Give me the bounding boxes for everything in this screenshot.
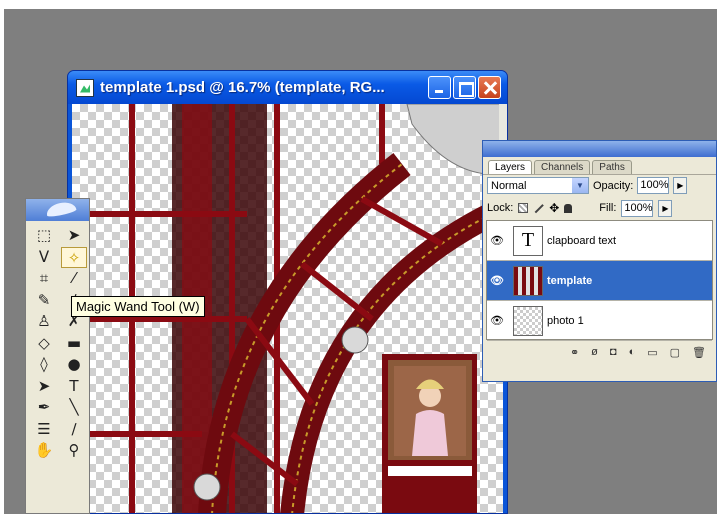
blur-tool-icon[interactable]: ◊ <box>31 354 57 376</box>
eyedropper-tool-icon[interactable]: ∕ <box>61 419 87 441</box>
zoom-tool-icon[interactable]: ⚲ <box>61 440 87 462</box>
fill-input[interactable]: 100% <box>621 199 654 217</box>
fill-slider-button[interactable]: ▶ <box>658 199 673 217</box>
psd-file-icon <box>76 78 94 97</box>
layer-row-photo-1[interactable]: 👁 photo 1 <box>487 301 712 341</box>
hand-tool-icon[interactable]: ✋ <box>31 440 57 462</box>
layers-palette[interactable]: Layers Channels Paths Normal ▼ Opacity: … <box>482 140 717 382</box>
frame-gap <box>388 466 472 476</box>
tab-layers[interactable]: Layers <box>488 160 533 174</box>
gradient-tool-icon[interactable]: ▬ <box>61 333 87 355</box>
lock-transparency-icon[interactable] <box>518 203 529 213</box>
tool-grid: ⬚➤ᐯ✧⌗⁄✎∕♙✗◇▬◊●➤T✒╲☰∕✋⚲ <box>31 225 87 462</box>
opacity-label: Opacity: <box>593 179 634 192</box>
new-layer-icon[interactable]: ▢ <box>670 346 680 359</box>
slice-tool-icon[interactable]: ⁄ <box>61 268 87 290</box>
type-tool-icon[interactable]: T <box>61 376 87 398</box>
link-layers-icon[interactable]: ⚭ <box>570 346 579 359</box>
document-window[interactable]: template 1.psd @ 16.7% (template, RG... <box>67 70 508 514</box>
tab-channels[interactable]: Channels <box>534 160 591 174</box>
tools-palette[interactable]: ⬚➤ᐯ✧⌗⁄✎∕♙✗◇▬◊●➤T✒╲☰∕✋⚲ <box>25 198 90 514</box>
magic-wand-tool-icon[interactable]: ✧ <box>61 246 87 268</box>
opacity-slider-button[interactable]: ▶ <box>673 177 688 194</box>
layers-palette-titlebar[interactable] <box>483 141 716 157</box>
reel-bottom <box>193 473 221 501</box>
pen-tool-icon[interactable]: ✒ <box>31 397 57 419</box>
chevron-down-icon[interactable]: ▼ <box>572 178 588 193</box>
blend-mode-select[interactable]: Normal ▼ <box>487 177 589 194</box>
dodge-tool-icon[interactable]: ● <box>61 354 87 376</box>
path-selection-icon[interactable]: ➤ <box>31 376 57 398</box>
layer-list: 👁 T clapboard text 👁 template 👁 photo 1 <box>486 220 713 341</box>
text-layer-thumbnail-icon: T <box>513 225 543 256</box>
lock-position-icon[interactable]: ✥ <box>549 202 559 214</box>
eraser-tool-icon[interactable]: ◇ <box>31 333 57 355</box>
clone-stamp-icon[interactable]: ♙ <box>31 311 57 333</box>
crop-tool-icon[interactable]: ⌗ <box>31 268 57 290</box>
lock-label: Lock: <box>487 202 514 214</box>
reel-top <box>341 326 369 354</box>
lock-row: Lock: ✥ Fill: 100% ▶ <box>483 196 716 220</box>
notes-tool-icon[interactable]: ☰ <box>31 419 57 441</box>
transparent-layer-thumbnail-icon <box>513 305 543 336</box>
lock-image-pixels-icon[interactable] <box>533 202 545 214</box>
photoshop-feather-icon <box>45 200 77 218</box>
image-layer-thumbnail-icon <box>513 265 543 296</box>
layer-name: photo 1 <box>547 314 584 327</box>
adjustment-layer-icon[interactable]: ◐ <box>629 346 636 359</box>
trash-icon[interactable]: 🗑 <box>692 346 706 359</box>
layers-footer-buttons: ⚭ ø ◘ ◐ ▭ ▢ 🗑 <box>483 340 716 365</box>
layer-mask-icon[interactable]: ◘ <box>610 346 617 359</box>
blend-mode-value: Normal <box>491 179 527 192</box>
toolbox-header[interactable] <box>26 199 89 221</box>
minimize-button[interactable] <box>428 76 451 99</box>
layer-name: template <box>547 274 593 287</box>
document-titlebar[interactable]: template 1.psd @ 16.7% (template, RG... <box>68 71 507 104</box>
layer-style-icon[interactable]: ø <box>591 346 598 359</box>
visibility-eye-icon[interactable]: 👁 <box>487 314 507 327</box>
move-tool-icon[interactable]: ➤ <box>61 225 87 247</box>
close-button[interactable] <box>478 76 501 99</box>
tool-tooltip: Magic Wand Tool (W) <box>71 296 205 317</box>
fill-label: Fill: <box>599 202 617 214</box>
visibility-eye-icon[interactable]: 👁 <box>487 274 507 287</box>
lasso-tool-icon[interactable]: ᐯ <box>31 247 57 269</box>
blend-options-row: Normal ▼ Opacity: 100% ▶ <box>483 174 716 196</box>
tab-paths[interactable]: Paths <box>592 160 632 174</box>
opacity-input[interactable]: 100% <box>637 177 670 194</box>
document-title: template 1.psd @ 16.7% (template, RG... <box>100 79 385 96</box>
layer-name: clapboard text <box>547 234 617 247</box>
palette-tabs: Layers Channels Paths <box>483 157 716 174</box>
lock-all-icon[interactable] <box>564 203 573 213</box>
visibility-eye-icon[interactable]: 👁 <box>487 234 507 247</box>
healing-brush-icon[interactable]: ✎ <box>31 290 57 312</box>
portrait-dress <box>412 410 448 456</box>
maximize-button[interactable] <box>453 76 476 99</box>
layer-row-clapboard-text[interactable]: 👁 T clapboard text <box>487 221 712 261</box>
marquee-tool-icon[interactable]: ⬚ <box>31 225 57 247</box>
line-tool-icon[interactable]: ╲ <box>61 397 87 419</box>
new-group-icon[interactable]: ▭ <box>647 346 657 359</box>
layer-row-template[interactable]: 👁 template <box>487 261 712 301</box>
